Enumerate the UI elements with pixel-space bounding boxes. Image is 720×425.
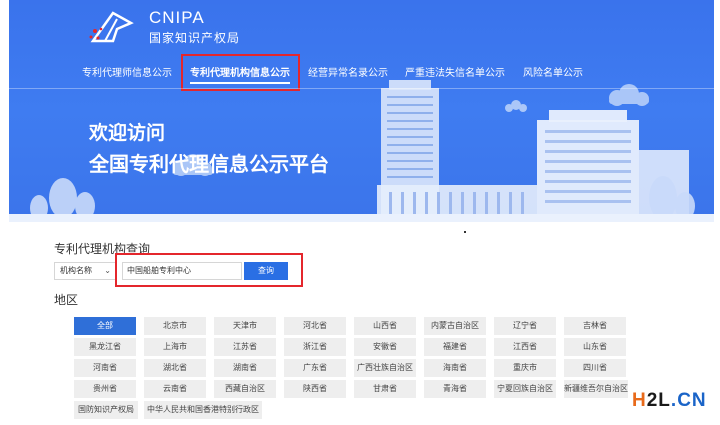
watermark-part-c: .CN [670, 390, 707, 411]
region-option[interactable]: 湖南省 [214, 359, 276, 377]
region-option[interactable]: 重庆市 [494, 359, 556, 377]
nav-item-agent-info[interactable]: 专利代理师信息公示 [82, 64, 172, 84]
region-option[interactable]: 广东省 [284, 359, 346, 377]
region-option[interactable]: 青海省 [424, 380, 486, 398]
nav-highlight-box [181, 54, 300, 91]
logo-chinese-name: 国家知识产权局 [149, 31, 241, 45]
page: CNIPA 国家知识产权局 专利代理师信息公示 专利代理机构信息公示 经营异常名… [0, 0, 720, 425]
region-option[interactable]: 西藏自治区 [214, 380, 276, 398]
chevron-down-icon: ⌄ [104, 266, 111, 275]
region-option[interactable]: 国防知识产权局 [74, 401, 138, 419]
region-option[interactable]: 内蒙古自治区 [424, 317, 486, 335]
region-option-all[interactable]: 全部 [74, 317, 136, 335]
logo-english-name: CNIPA [149, 8, 205, 27]
watermark-part-a: H [632, 390, 647, 411]
region-option[interactable]: 四川省 [564, 359, 626, 377]
region-option[interactable]: 河北省 [284, 317, 346, 335]
search-field-select[interactable]: 机构名称 ⌄ [54, 262, 116, 280]
region-option[interactable]: 安徽省 [354, 338, 416, 356]
cnipa-logo-icon [89, 11, 134, 43]
nav-item-dishonest-list[interactable]: 严重违法失信名单公示 [405, 64, 505, 84]
region-option[interactable]: 湖北省 [144, 359, 206, 377]
region-option[interactable]: 甘肃省 [354, 380, 416, 398]
region-option[interactable]: 黑龙江省 [74, 338, 136, 356]
region-option[interactable]: 福建省 [424, 338, 486, 356]
region-option[interactable]: 天津市 [214, 317, 276, 335]
region-option[interactable]: 宁夏回族自治区 [494, 380, 556, 398]
stray-dot [464, 231, 466, 233]
search-field-select-value: 机构名称 [60, 266, 92, 275]
region-option[interactable]: 河南省 [74, 359, 136, 377]
region-option[interactable]: 云南省 [144, 380, 206, 398]
region-option[interactable]: 广西壮族自治区 [354, 359, 416, 377]
nav-item-abnormal-list[interactable]: 经营异常名录公示 [308, 64, 388, 84]
region-option[interactable]: 吉林省 [564, 317, 626, 335]
banner-platform-title: 全国专利代理信息公示平台 [89, 152, 329, 176]
region-option[interactable]: 江西省 [494, 338, 556, 356]
region-option[interactable]: 江苏省 [214, 338, 276, 356]
region-option[interactable]: 贵州省 [74, 380, 136, 398]
nav-item-risk-list[interactable]: 风险名单公示 [523, 64, 583, 84]
main-nav: 专利代理师信息公示 专利代理机构信息公示 经营异常名录公示 严重违法失信名单公示… [9, 64, 714, 88]
search-highlight-box [115, 253, 303, 287]
region-option[interactable]: 上海市 [144, 338, 206, 356]
region-option[interactable]: 陕西省 [284, 380, 346, 398]
region-label: 地区 [54, 293, 79, 307]
watermark-part-b: 2L [646, 390, 671, 411]
nav-divider [9, 88, 714, 89]
region-option[interactable]: 浙江省 [284, 338, 346, 356]
site-watermark: H2L.CN [632, 390, 707, 412]
region-option[interactable]: 山西省 [354, 317, 416, 335]
region-option[interactable]: 辽宁省 [494, 317, 556, 335]
header-banner: CNIPA 国家知识产权局 专利代理师信息公示 专利代理机构信息公示 经营异常名… [9, 0, 714, 222]
region-option[interactable]: 山东省 [564, 338, 626, 356]
region-option[interactable]: 中华人民共和国香港特别行政区 [144, 401, 262, 419]
region-option[interactable]: 海南省 [424, 359, 486, 377]
region-option[interactable]: 新疆维吾尔自治区 [564, 380, 628, 398]
region-option[interactable]: 北京市 [144, 317, 206, 335]
banner-welcome: 欢迎访问 [89, 122, 166, 144]
